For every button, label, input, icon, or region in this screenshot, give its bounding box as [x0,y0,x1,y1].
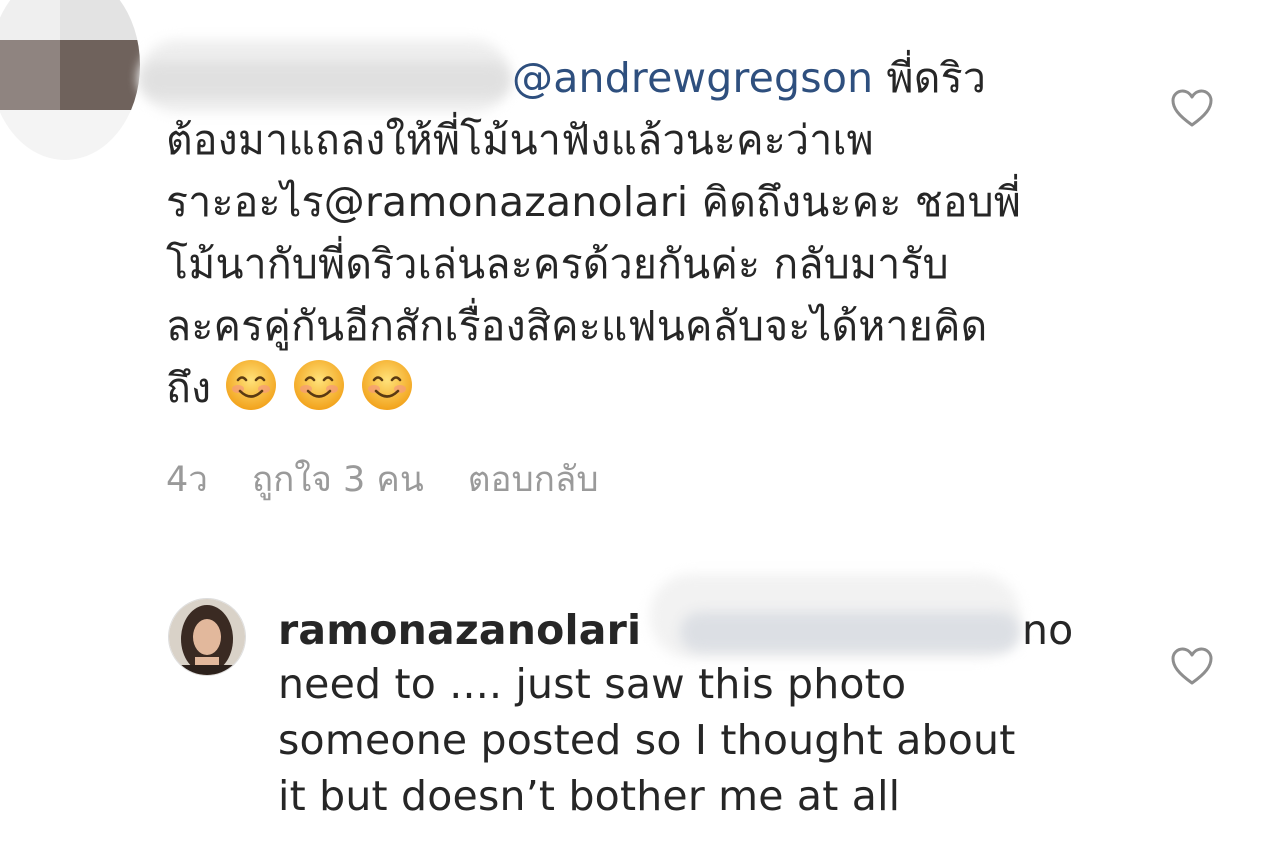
comment-2-line-4: it but doesn’t bother me at all [278,772,901,820]
avatar[interactable] [168,598,246,676]
comment-time: 4ว [166,460,208,500]
comment-2-line-3: someone posted so I thought about [278,716,1016,764]
comment-2-line-1: ramonazanolari [278,600,641,661]
comment-1-line-5: ละครคู่กันอีกสักเรื่องสิคะแฟนคลับจะได้หา… [166,302,988,350]
heart-outline-icon[interactable] [1170,646,1214,686]
redacted-mention-shade [680,612,1020,652]
smiling-face-emoji-icon [362,360,413,410]
like-count[interactable]: ถูกใจ 3 คน [252,452,424,507]
comment-text: พี่ดริว [873,54,987,102]
avatar-image [169,599,245,675]
comment-2-line-1-end: no [1022,606,1074,654]
comment-1-line-3: ราะอะไร@ramonazanolari คิดถึงนะคะ ชอบพี่ [166,178,1022,226]
comment-1-line-2: ต้องมาแถลงให้พี่โม้นาฟังแล้วนะคะว่าเพ [166,116,874,164]
redacted-avatar [0,0,140,160]
comment-1-meta: 4ว ถูกใจ 3 คน ตอบกลับ [166,452,599,507]
username-link[interactable]: ramonazanolari [278,606,641,654]
comment-text: ถึง [166,364,212,412]
comment-1-line-6: ถึง [166,358,428,419]
reply-button[interactable]: ตอบกลับ [468,452,599,507]
comment-1-line-4: โม้นากับพี่ดริวเล่นละครด้วยกันค่ะ กลับมา… [166,240,949,288]
heart-outline-icon[interactable] [1170,88,1214,128]
redacted-username-shade [140,62,510,98]
comment-2-line-2: need to .... just saw this photo [278,660,907,708]
mention-link[interactable]: @andrewgregson [512,54,873,102]
comment-1-line-1: @andrewgregson พี่ดริว [512,48,986,109]
emoji-row [224,360,428,412]
smiling-face-emoji-icon [226,360,277,410]
smiling-face-emoji-icon [294,360,345,410]
